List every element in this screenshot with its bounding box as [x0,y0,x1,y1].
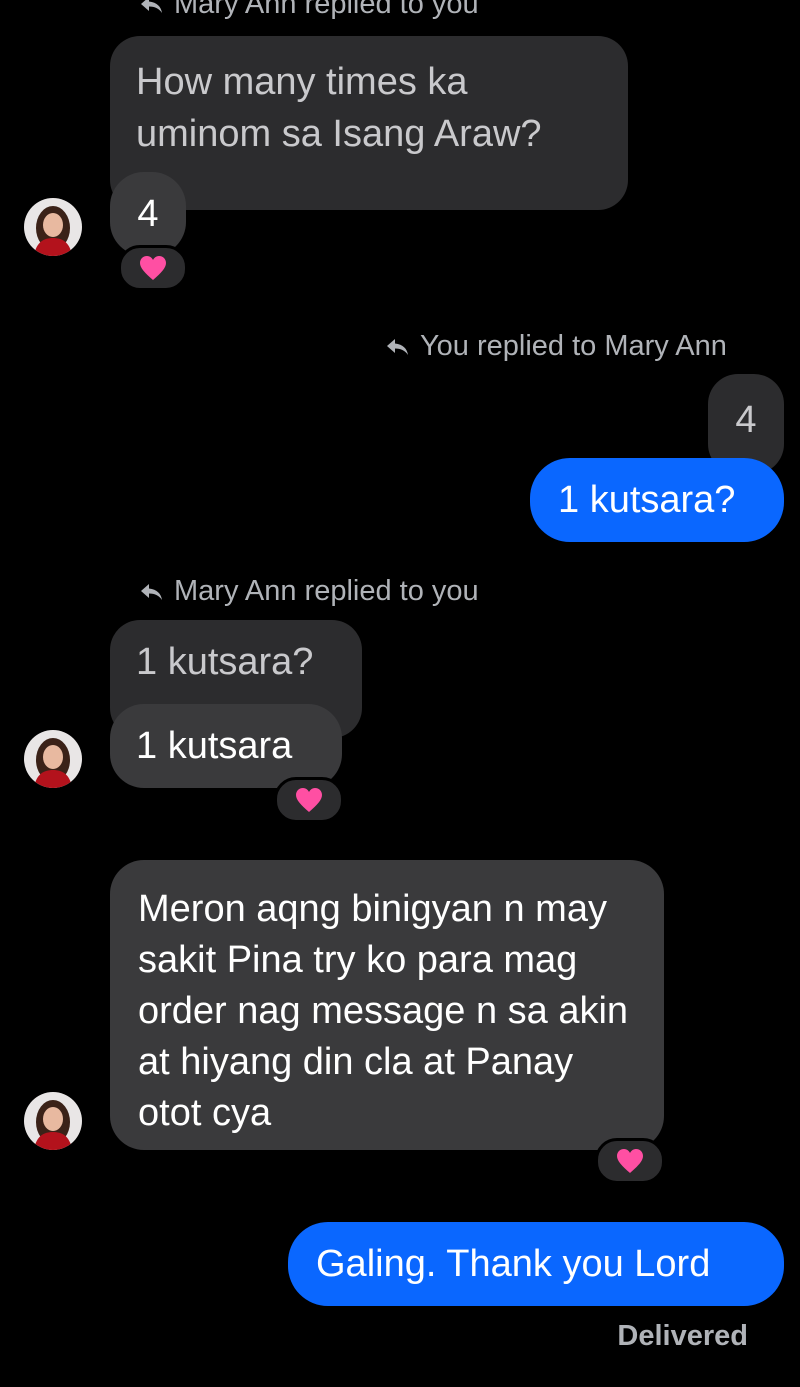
reply-label: You replied to Mary Ann [386,330,727,363]
outgoing-message[interactable]: 1 kutsara? [530,458,784,542]
outgoing-message[interactable]: Galing. Thank you Lord [288,1222,784,1306]
incoming-message[interactable]: 4 [110,172,186,256]
heart-icon [617,1149,643,1173]
contact-avatar[interactable] [24,198,82,256]
contact-avatar[interactable] [24,730,82,788]
heart-reaction[interactable] [274,777,344,823]
reply-label: Mary Ann replied to you [140,0,479,21]
reply-label: Mary Ann replied to you [140,575,479,608]
contact-avatar[interactable] [24,1092,82,1150]
heart-icon [140,256,166,280]
heart-reaction[interactable] [118,245,188,291]
quoted-message[interactable]: How many times ka uminom sa Isang Araw? [110,36,628,210]
incoming-message[interactable]: Meron aqng binigyan n may sakit Pina try… [110,860,664,1150]
heart-reaction[interactable] [595,1138,665,1184]
reply-arrow-icon [141,583,162,600]
reply-arrow-icon [387,338,408,355]
heart-icon [296,788,322,812]
delivery-status: Delivered [617,1320,748,1352]
reply-arrow-icon [141,0,162,13]
incoming-message[interactable]: 1 kutsara [110,704,342,788]
